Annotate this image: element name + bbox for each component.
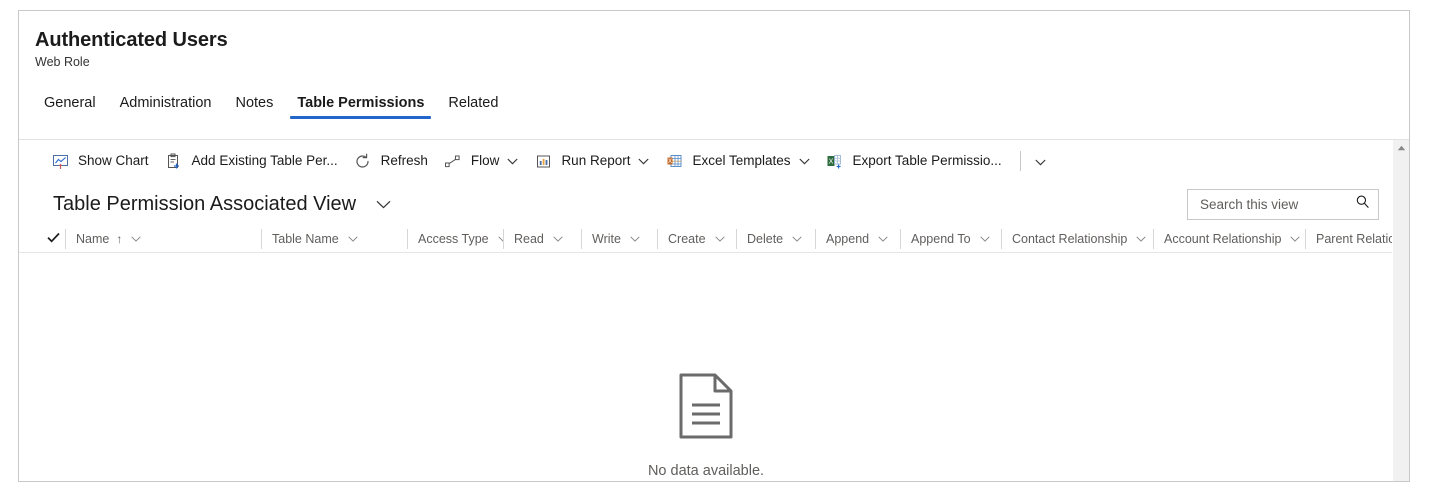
tab-table-permissions[interactable]: Table Permissions bbox=[288, 94, 433, 119]
command-label: Refresh bbox=[380, 153, 428, 168]
chevron-down-icon bbox=[507, 158, 519, 165]
chevron-down-icon bbox=[714, 236, 725, 242]
column-label: Table Name bbox=[272, 232, 339, 246]
checkmark-icon bbox=[46, 232, 60, 246]
chevron-down-icon bbox=[630, 236, 640, 242]
command-bar: Show Chart Add Existing Table Per... Ref… bbox=[19, 140, 1393, 182]
column-header-account-relationship[interactable]: Account Relationship bbox=[1153, 229, 1305, 249]
flow-button[interactable]: Flow bbox=[436, 144, 527, 178]
command-label: Show Chart bbox=[78, 153, 149, 168]
tab-general[interactable]: General bbox=[35, 94, 105, 119]
chevron-down-icon bbox=[792, 236, 802, 242]
column-label: Name bbox=[76, 232, 110, 246]
add-existing-icon bbox=[165, 152, 183, 170]
grid-column-header-row: Name ↑ Table Name Access Type Read Write… bbox=[19, 226, 1393, 253]
chevron-down-icon bbox=[798, 158, 810, 165]
column-label: Access Type bbox=[418, 232, 489, 246]
export-table-permissions-button[interactable]: X Export Table Permissio... bbox=[818, 144, 1010, 178]
sort-ascending-icon: ↑ bbox=[116, 232, 123, 246]
form-container: Authenticated Users Web Role General Adm… bbox=[18, 10, 1410, 482]
subgrid-region: Show Chart Add Existing Table Per... Ref… bbox=[19, 139, 1409, 481]
search-input[interactable] bbox=[1198, 195, 1355, 213]
record-header: Authenticated Users Web Role bbox=[19, 11, 1409, 70]
tab-notes[interactable]: Notes bbox=[226, 94, 282, 119]
tab-label: Related bbox=[448, 95, 499, 111]
show-chart-button[interactable]: Show Chart bbox=[43, 144, 157, 178]
command-label: Flow bbox=[470, 153, 500, 168]
refresh-icon bbox=[354, 152, 372, 170]
column-header-parent-relationship[interactable]: Parent Relationship bbox=[1305, 229, 1393, 249]
export-excel-icon: X bbox=[826, 152, 844, 170]
view-selector-row: Table Permission Associated View bbox=[19, 182, 1393, 226]
flow-icon bbox=[444, 152, 462, 170]
command-label: Add Existing Table Per... bbox=[191, 153, 338, 168]
page-title: Authenticated Users bbox=[35, 29, 228, 51]
grid-body: No data available. bbox=[19, 280, 1393, 481]
column-label: Create bbox=[668, 232, 706, 246]
document-icon bbox=[678, 372, 734, 445]
chevron-down-icon bbox=[1035, 154, 1046, 169]
column-label: Read bbox=[514, 232, 544, 246]
record-entity-label: Web Role bbox=[35, 55, 90, 69]
command-bar-separator bbox=[1019, 151, 1021, 171]
column-header-append-to[interactable]: Append To bbox=[900, 229, 1001, 249]
excel-templates-icon: X bbox=[665, 152, 683, 170]
column-label: Append bbox=[826, 232, 870, 246]
refresh-button[interactable]: Refresh bbox=[346, 144, 436, 178]
empty-state: No data available. bbox=[19, 372, 1393, 479]
command-label: Run Report bbox=[561, 153, 631, 168]
chevron-down-icon[interactable] bbox=[372, 196, 395, 213]
run-report-button[interactable]: Run Report bbox=[526, 144, 657, 178]
search-icon[interactable] bbox=[1355, 194, 1370, 214]
column-header-write[interactable]: Write bbox=[581, 229, 657, 249]
chevron-down-icon bbox=[638, 158, 650, 165]
empty-state-message: No data available. bbox=[647, 463, 765, 479]
chevron-down-icon bbox=[1290, 236, 1301, 242]
column-label: Contact Relationship bbox=[1012, 232, 1128, 246]
caret-up-icon[interactable] bbox=[1393, 140, 1409, 156]
chevron-down-icon bbox=[131, 236, 141, 242]
command-bar-overflow-button[interactable] bbox=[1027, 145, 1055, 177]
excel-templates-button[interactable]: X Excel Templates bbox=[657, 144, 817, 178]
tab-strip: General Administration Notes Table Permi… bbox=[19, 87, 1409, 119]
tab-label: General bbox=[44, 95, 96, 111]
chevron-down-icon bbox=[878, 236, 888, 242]
tab-label: Table Permissions bbox=[297, 95, 425, 111]
show-chart-icon bbox=[51, 152, 69, 170]
tab-label: Notes bbox=[235, 95, 274, 111]
run-report-icon bbox=[534, 152, 552, 170]
svg-text:X: X bbox=[829, 158, 834, 165]
subgrid-inner: Show Chart Add Existing Table Per... Ref… bbox=[19, 140, 1393, 481]
search-box[interactable] bbox=[1187, 188, 1379, 220]
chevron-down-icon bbox=[1136, 236, 1147, 242]
vertical-scrollbar[interactable] bbox=[1392, 140, 1409, 481]
chevron-down-icon bbox=[348, 236, 358, 242]
column-header-access-type[interactable]: Access Type bbox=[407, 229, 503, 249]
tab-label: Administration bbox=[119, 95, 212, 111]
column-label: Parent Relationship bbox=[1316, 232, 1393, 246]
column-header-contact-relationship[interactable]: Contact Relationship bbox=[1001, 229, 1153, 249]
column-header-delete[interactable]: Delete bbox=[736, 229, 815, 249]
column-label: Append To bbox=[911, 232, 971, 246]
select-all-checkbox[interactable] bbox=[41, 232, 65, 246]
column-header-read[interactable]: Read bbox=[503, 229, 581, 249]
tab-related[interactable]: Related bbox=[439, 94, 507, 119]
column-label: Account Relationship bbox=[1164, 232, 1282, 246]
column-header-name[interactable]: Name ↑ bbox=[65, 229, 261, 249]
tab-administration[interactable]: Administration bbox=[111, 94, 221, 119]
column-label: Delete bbox=[747, 232, 784, 246]
command-label: Export Table Permissio... bbox=[852, 153, 1002, 168]
column-header-append[interactable]: Append bbox=[815, 229, 900, 249]
command-label: Excel Templates bbox=[692, 153, 791, 168]
chevron-down-icon bbox=[979, 236, 990, 242]
view-name[interactable]: Table Permission Associated View bbox=[53, 191, 356, 217]
column-header-table-name[interactable]: Table Name bbox=[261, 229, 407, 249]
column-header-create[interactable]: Create bbox=[657, 229, 736, 249]
chevron-down-icon bbox=[553, 236, 563, 242]
add-existing-table-permission-button[interactable]: Add Existing Table Per... bbox=[157, 144, 346, 178]
column-label: Write bbox=[592, 232, 621, 246]
svg-text:X: X bbox=[668, 159, 672, 165]
